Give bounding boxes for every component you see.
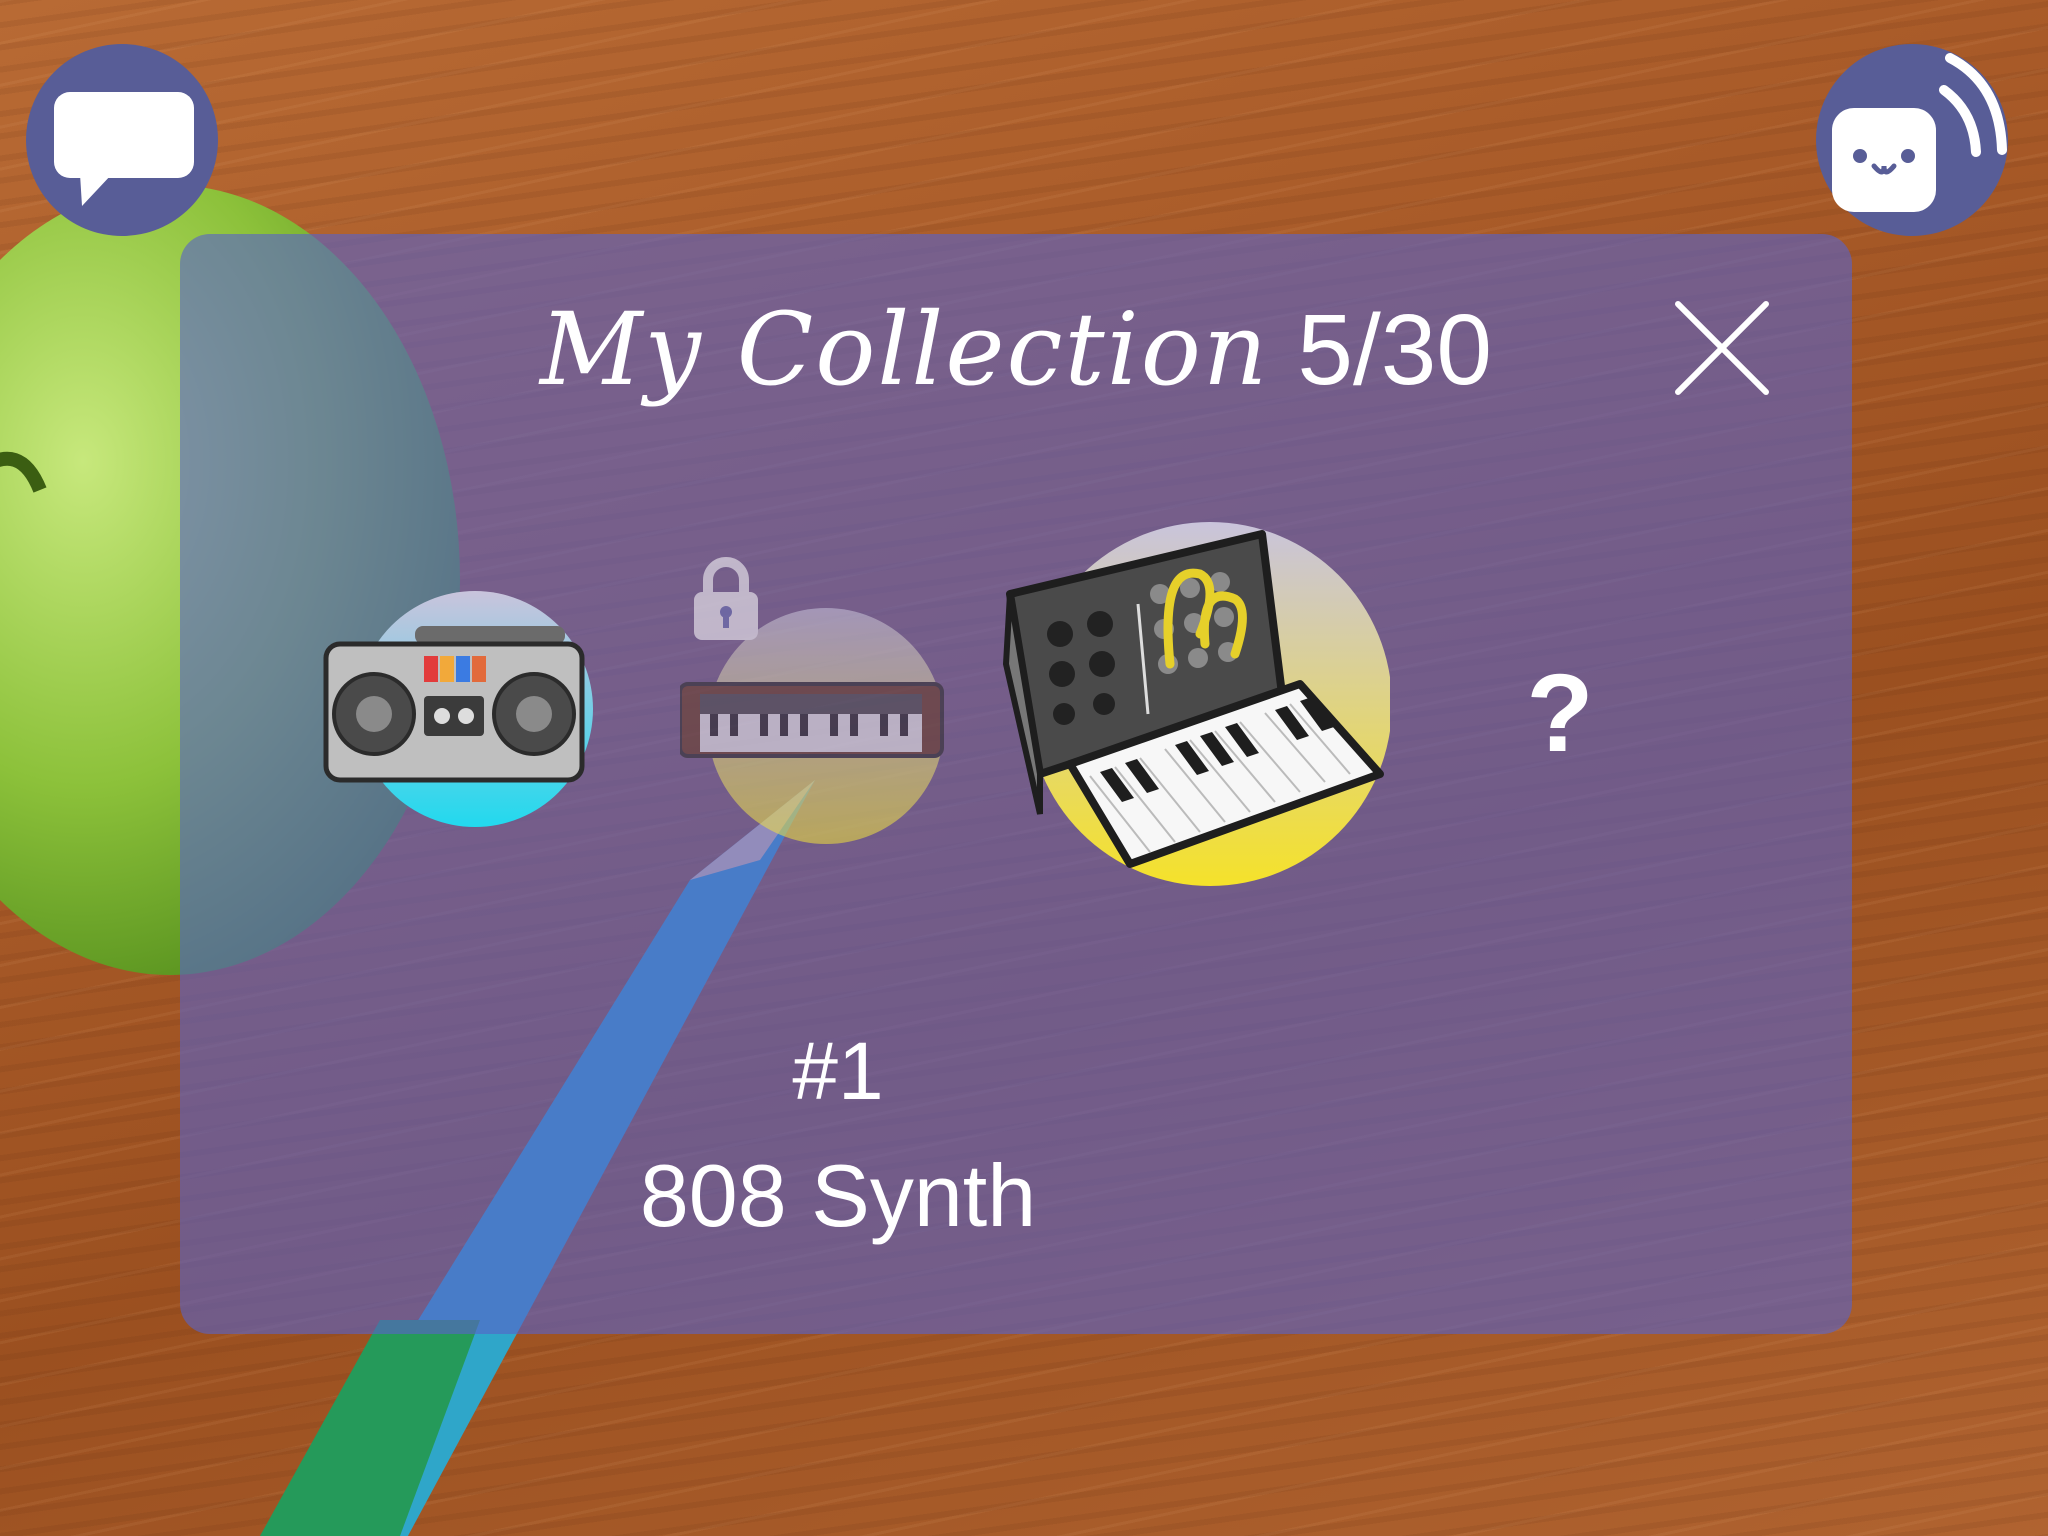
robot-face-icon <box>1832 53 2007 212</box>
chat-button[interactable] <box>26 44 218 236</box>
selected-item-name: 808 Synth <box>639 1146 1037 1245</box>
chat-bubble-icon <box>54 92 194 206</box>
robot-assistant-button[interactable] <box>1816 44 2008 236</box>
collection-item-boombox[interactable] <box>320 584 600 834</box>
title-text: My Collection <box>540 291 1270 408</box>
app-screen: My Collection 5/30 ? #1 808 Synth <box>0 0 2048 1536</box>
collection-item-unknown[interactable]: ? <box>1500 634 1620 794</box>
close-button[interactable] <box>1670 296 1774 400</box>
collection-title: My Collection 5/30 <box>180 290 1852 410</box>
selected-item-number: #1 <box>792 1026 884 1117</box>
collection-item-keyboard-locked[interactable] <box>678 554 950 844</box>
modular-synth-icon <box>1002 522 1392 886</box>
collection-item-modular-synth-selected[interactable] <box>1000 514 1392 894</box>
collection-count: 5/30 <box>1297 294 1492 406</box>
close-icon <box>1675 301 1769 395</box>
collection-panel: My Collection 5/30 ? #1 808 Synth <box>180 234 1852 1334</box>
boombox-icon <box>323 591 593 827</box>
lock-icon <box>694 557 758 640</box>
